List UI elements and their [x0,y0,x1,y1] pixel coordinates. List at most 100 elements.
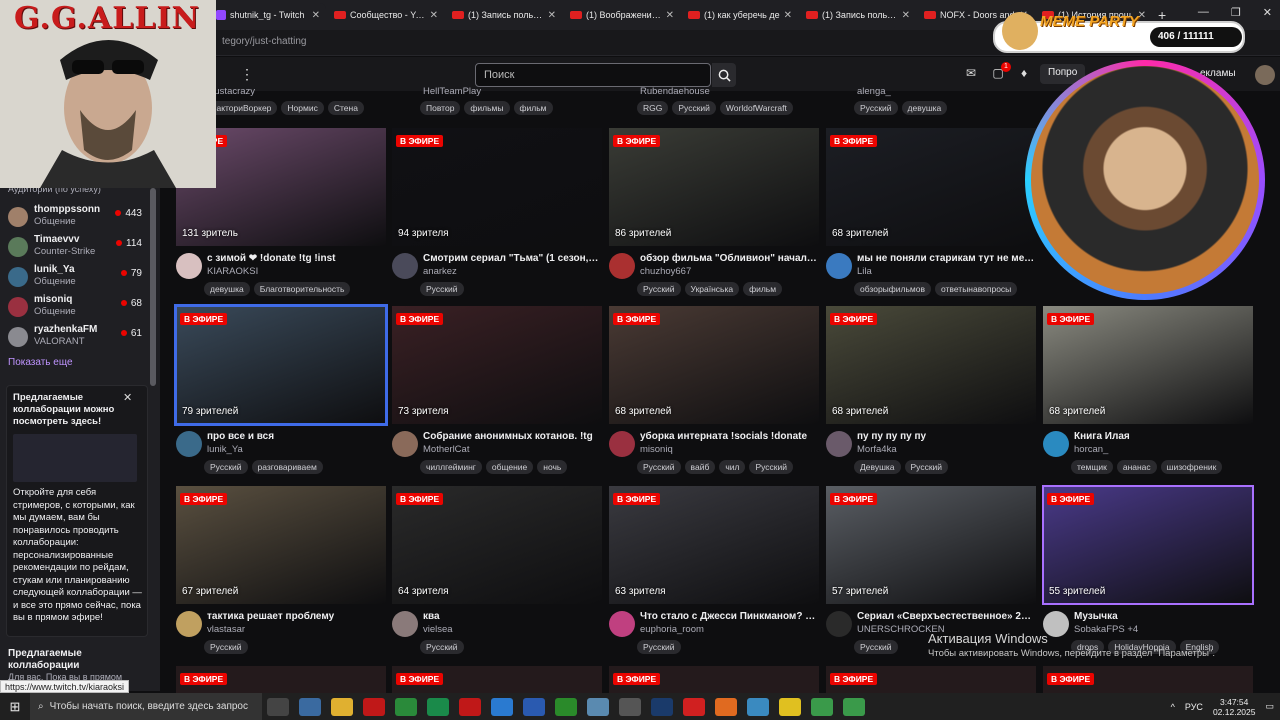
channel-avatar[interactable] [392,611,418,637]
close-icon[interactable]: ✕ [548,10,556,21]
app-icon[interactable] [587,697,609,716]
channel-avatar[interactable] [609,253,635,279]
stream-thumbnail[interactable]: В ЭФИРЕ 68 зрителей [609,306,819,424]
notifications-icon[interactable]: ▭ [1265,701,1274,712]
opera-icon[interactable] [363,697,385,716]
close-icon[interactable]: ✕ [430,10,438,21]
app-icon[interactable] [299,697,321,716]
stream-thumbnail[interactable]: В ЭФИРЕ 67 зрителей [176,486,386,604]
channel-avatar[interactable] [826,431,852,457]
app-icon[interactable] [779,697,801,716]
stream-card[interactable]: В ЭФИРЕ [392,666,602,693]
language-indicator[interactable]: РУС [1185,702,1203,712]
channel-avatar[interactable] [176,253,202,279]
stream-thumbnail[interactable]: В ЭФИРЕ 64 зрителя [392,486,602,604]
channel-name[interactable]: vielsea [423,624,453,635]
stream-card[interactable]: В ЭФИРЕ 73 зрителя Собрание анонимных кота… [392,306,602,486]
channel-name[interactable]: Rubendaehouse [640,86,710,97]
stream-card[interactable]: В ЭФИРЕ 68 зрителей уборка интерната !soci… [609,306,819,486]
stream-card[interactable]: В ЭФИРЕ 68 зрителей пу пу пу пу пу Morfa4ka… [826,306,1036,486]
stream-card[interactable]: В ЭФИРЕ 79 зрителей про все и вся lunik_Ya Р… [174,304,388,486]
more-menu-icon[interactable]: ⋮ [240,66,254,83]
channel-name[interactable]: Morfa4ka [857,444,897,455]
browser-tab[interactable]: shutnik_tg - Twitch ✕ [210,3,326,27]
tag[interactable]: разговариваем [251,460,323,474]
tag[interactable]: девушка [204,282,250,296]
stream-thumbnail[interactable]: В ЭФИРЕ 68 зрителей [826,306,1036,424]
stream-title[interactable]: Музычка [1074,611,1252,622]
stream-card[interactable]: В ЭФИРЕ 68 зрителей Книга Илая horcan_ темщи… [1043,306,1253,486]
stream-title[interactable]: про все и вся [207,431,385,442]
folder-icon[interactable] [331,697,353,716]
channel-name[interactable]: vlastasar [207,624,245,635]
channel-name[interactable]: euphoria_room [640,624,704,635]
stream-card[interactable]: В ЭФИРЕ 94 зрителя Смотрим сериал "Тьма" (… [392,128,602,308]
stream-title[interactable]: с зимой ❤ !donate !tg !inst [207,253,385,264]
channel-name[interactable]: misoniq [640,444,673,455]
stream-thumbnail[interactable]: В ЭФИРЕ 86 зрителей [609,128,819,246]
tag[interactable]: Русский [672,101,716,115]
stream-title[interactable]: ква [423,611,601,622]
app-icon[interactable] [619,697,641,716]
tag[interactable]: чил [719,460,746,474]
stream-title[interactable]: Сериал «Сверхъестественное» 200... [857,611,1035,622]
inbox-icon[interactable]: ✉ [963,66,979,82]
tag[interactable]: ночь [537,460,568,474]
tag[interactable]: ответынавопросы [935,282,1018,296]
sidebar-channel[interactable]: thomppssonn Общение 443 [8,203,152,231]
tag[interactable]: Русский [637,640,681,654]
tag[interactable]: Русский [420,640,464,654]
stream-card[interactable]: В ЭФИРЕ [176,666,386,693]
stream-thumbnail[interactable]: В ЭФИРЕ 55 зрителей [1042,485,1254,605]
tag[interactable]: вайб [684,460,716,474]
tag[interactable]: общение [485,460,534,474]
yandex-icon[interactable] [683,697,705,716]
channel-avatar[interactable] [826,611,852,637]
stream-title[interactable]: уборка интерната !socials !donate [640,431,818,442]
channel-name[interactable]: KIARAOKSI [207,266,258,277]
chrome-icon[interactable] [811,697,833,716]
stream-thumbnail[interactable]: В ЭФИРЕ 68 зрителей [1043,306,1253,424]
tag[interactable]: фильмы [464,101,510,115]
close-icon[interactable]: ✕ [1263,6,1272,19]
show-more-link[interactable]: Показать еще [8,357,73,368]
stream-title[interactable]: Смотрим сериал "Тьма" (1 сезон, 4 с... [423,253,601,264]
stream-thumbnail[interactable]: В ЭФИРЕ [826,666,1036,693]
app-icon[interactable] [491,697,513,716]
taskbar-search[interactable]: ⌕ Чтобы начать поиск, введите здесь запро… [30,693,262,720]
stream-thumbnail[interactable]: В ЭФИРЕ 68 зрителей [826,128,1036,246]
browser-tab[interactable]: (1) Запись пользователя ✕ [446,3,562,27]
tag[interactable]: темщик [1071,460,1113,474]
stream-title[interactable]: пу пу пу пу пу [857,431,1035,442]
tag[interactable]: девушка [901,101,948,115]
stream-title[interactable]: Книга Илая [1074,431,1252,442]
channel-name[interactable]: lunik_Ya [207,444,243,455]
channel-name[interactable]: MotherlCat [423,444,469,455]
stream-thumbnail[interactable]: В ЭФИРЕ [176,666,386,693]
tag[interactable]: Русский [420,282,464,296]
tag[interactable]: Русский [904,460,949,474]
tag[interactable]: фильм [513,101,553,115]
stream-title[interactable]: Что стало с Джесси Пинкманом? !ф... [640,611,818,622]
word-icon[interactable] [523,697,545,716]
url-text[interactable]: tegory/just-chatting [222,36,307,47]
app-icon[interactable] [395,697,417,716]
stream-title[interactable]: мы не поняли старикам тут не место [857,253,1035,264]
tag[interactable]: Русский [637,282,681,296]
crown-icon[interactable]: ♦ [1016,66,1032,82]
browser-tab[interactable]: Сообщество - YouTube ✕ [328,3,444,27]
tag[interactable]: Русский [637,460,681,474]
stream-thumbnail[interactable]: В ЭФИРЕ 94 зрителя [392,128,602,246]
close-icon[interactable]: ✕ [312,10,320,21]
stream-card[interactable]: В ЭФИРЕ 55 зрителей Музычка SobakaFPS +4 dro… [1042,485,1254,666]
channel-name[interactable]: Lila [857,266,872,277]
stream-thumbnail[interactable]: В ЭФИРЕ 63 зрителя [609,486,819,604]
clock[interactable]: 3:47:54 02.12.2025 [1213,697,1256,717]
browser-tab[interactable]: (1) Запись пользов ✕ [800,3,916,27]
close-icon[interactable]: ✕ [902,10,910,21]
windows-start-icon[interactable]: ⊞ [0,693,30,720]
browser-tab[interactable]: (1) Воображение! а ✕ [564,3,680,27]
stream-title[interactable]: Собрание анонимных котанов. !tg [423,431,601,442]
close-icon[interactable]: ✕ [666,10,674,21]
channel-avatar[interactable] [176,431,202,457]
